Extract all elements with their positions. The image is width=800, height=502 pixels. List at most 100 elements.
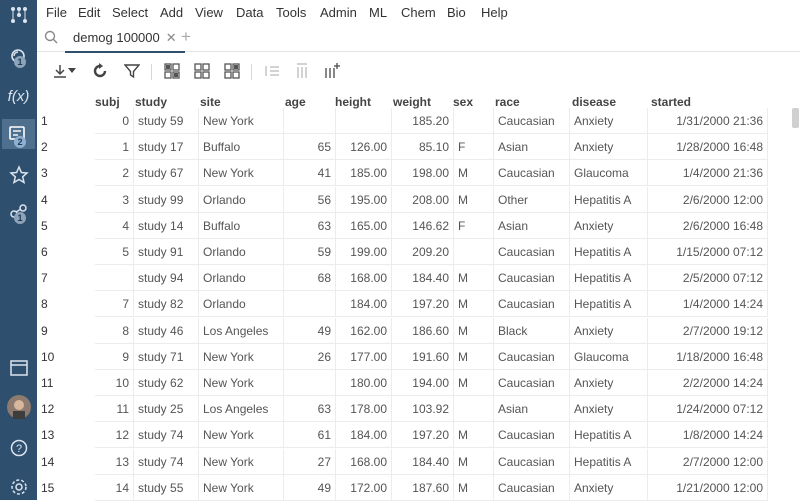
cell-weight[interactable]: 85.10 bbox=[392, 134, 454, 161]
cell-study[interactable]: study 67 bbox=[134, 160, 199, 187]
cell-weight[interactable]: 103.92 bbox=[392, 396, 454, 423]
cell-height[interactable] bbox=[336, 108, 392, 134]
table-row[interactable]: 14 13 study 74 New York 27 168.00 184.40 M Cauca… bbox=[37, 448, 800, 475]
cell-height[interactable]: 178.00 bbox=[336, 396, 392, 423]
menu-admin[interactable]: Admin bbox=[320, 5, 357, 20]
cell-race[interactable]: Other bbox=[494, 186, 570, 213]
menu-bio[interactable]: Bio bbox=[447, 5, 466, 20]
table-row[interactable]: 8 7 study 82 Orlando 184.00 197.20 M Caucasian H… bbox=[37, 291, 800, 318]
cell-sex[interactable]: M bbox=[454, 265, 494, 292]
data-grid[interactable]: subj study site age height weight sex race disea… bbox=[37, 95, 800, 501]
cell-disease[interactable]: Anxiety bbox=[570, 108, 648, 134]
cell-started[interactable]: 1/15/2000 07:12 bbox=[648, 239, 768, 265]
cell-weight[interactable]: 185.20 bbox=[392, 108, 454, 134]
cell-race[interactable]: Asian bbox=[494, 212, 570, 239]
cell-started[interactable]: 1/18/2000 16:48 bbox=[648, 343, 768, 370]
add-tab-icon[interactable]: + bbox=[181, 27, 191, 47]
cell-study[interactable]: study 46 bbox=[134, 317, 199, 344]
cell-sex[interactable]: M bbox=[454, 160, 494, 187]
cell-race[interactable]: Caucasian bbox=[494, 448, 570, 475]
row-number[interactable]: 13 bbox=[41, 422, 54, 448]
cell-started[interactable]: 1/21/2000 12:00 bbox=[648, 474, 768, 501]
table-row[interactable]: 4 3 study 99 Orlando 56 195.00 208.00 M Other Hep… bbox=[37, 186, 800, 213]
menu-data[interactable]: Data bbox=[236, 5, 263, 20]
row-number[interactable]: 12 bbox=[41, 396, 54, 422]
cell-height[interactable]: 185.00 bbox=[336, 160, 392, 187]
cell-race[interactable]: Caucasian bbox=[494, 160, 570, 187]
cell-race[interactable]: Caucasian bbox=[494, 265, 570, 292]
cell-study[interactable]: study 59 bbox=[134, 108, 199, 134]
cell-disease[interactable]: Glaucoma bbox=[570, 160, 648, 187]
cell-height[interactable]: 172.00 bbox=[336, 474, 392, 501]
cell-age[interactable]: 63 bbox=[284, 212, 336, 239]
cell-study[interactable]: study 82 bbox=[134, 291, 199, 318]
cell-height[interactable]: 180.00 bbox=[336, 370, 392, 396]
table-row[interactable]: 5 4 study 14 Buffalo 63 165.00 146.62 F Asian Anx… bbox=[37, 212, 800, 239]
cell-site[interactable]: New York bbox=[199, 343, 284, 370]
cell-disease[interactable]: Anxiety bbox=[570, 212, 648, 239]
cell-study[interactable]: study 91 bbox=[134, 239, 199, 265]
cell-disease[interactable]: Hepatitis A bbox=[570, 239, 648, 265]
cell-disease[interactable]: Anxiety bbox=[570, 317, 648, 344]
cell-age[interactable]: 68 bbox=[284, 265, 336, 292]
cell-disease[interactable]: Hepatitis A bbox=[570, 265, 648, 292]
cell-height[interactable]: 184.00 bbox=[336, 291, 392, 318]
menu-select[interactable]: Select bbox=[112, 5, 148, 20]
row-number[interactable]: 14 bbox=[41, 449, 54, 475]
table-row[interactable]: 1 0 study 59 New York 185.20 Caucasian Anxiety… bbox=[37, 108, 800, 134]
cell-started[interactable]: 2/5/2000 07:12 bbox=[648, 265, 768, 292]
cell-subj[interactable]: 12 bbox=[95, 422, 134, 449]
cell-disease[interactable]: Hepatitis A bbox=[570, 448, 648, 475]
table-row[interactable]: 11 10 study 62 New York 180.00 194.00 M Caucasi… bbox=[37, 370, 800, 396]
cell-weight[interactable]: 184.40 bbox=[392, 265, 454, 292]
cell-subj[interactable] bbox=[95, 265, 134, 292]
favorites-star-icon[interactable] bbox=[0, 160, 37, 190]
cell-site[interactable]: Los Angeles bbox=[199, 396, 284, 423]
cell-weight[interactable]: 208.00 bbox=[392, 186, 454, 213]
cell-subj[interactable]: 4 bbox=[95, 212, 134, 239]
cell-subj[interactable]: 7 bbox=[95, 291, 134, 318]
cell-started[interactable]: 2/6/2000 12:00 bbox=[648, 186, 768, 213]
menu-tools[interactable]: Tools bbox=[276, 5, 306, 20]
cell-started[interactable]: 1/28/2000 16:48 bbox=[648, 134, 768, 161]
grid-tiles-icon[interactable] bbox=[223, 62, 241, 80]
cell-height[interactable]: 199.00 bbox=[336, 239, 392, 265]
menu-help[interactable]: Help bbox=[481, 5, 508, 20]
menu-edit[interactable]: Edit bbox=[78, 5, 100, 20]
cell-study[interactable]: study 74 bbox=[134, 422, 199, 449]
cell-weight[interactable]: 146.62 bbox=[392, 212, 454, 239]
vertical-scrollbar[interactable] bbox=[792, 108, 799, 128]
cell-site[interactable]: Orlando bbox=[199, 291, 284, 318]
cell-sex[interactable]: M bbox=[454, 422, 494, 449]
close-icon[interactable]: ✕ bbox=[166, 30, 177, 46]
column-width-icon[interactable] bbox=[293, 62, 311, 80]
cell-race[interactable]: Caucasian bbox=[494, 108, 570, 134]
cell-sex[interactable]: M bbox=[454, 370, 494, 396]
cell-age[interactable]: 49 bbox=[284, 317, 336, 344]
cell-disease[interactable]: Anxiety bbox=[570, 396, 648, 423]
cell-subj[interactable]: 8 bbox=[95, 317, 134, 344]
cell-site[interactable]: Orlando bbox=[199, 239, 284, 265]
cell-started[interactable]: 1/4/2000 14:24 bbox=[648, 291, 768, 318]
table-row[interactable]: 9 8 study 46 Los Angeles 49 162.00 186.60 M Blac… bbox=[37, 317, 800, 344]
cell-sex[interactable]: M bbox=[454, 474, 494, 501]
cell-race[interactable]: Black bbox=[494, 317, 570, 344]
grid-small-icon[interactable] bbox=[193, 62, 211, 80]
row-number[interactable]: 7 bbox=[41, 265, 48, 291]
table-row[interactable]: 2 1 study 17 Buffalo 65 126.00 85.10 F Asian Anxi… bbox=[37, 134, 800, 161]
help-icon[interactable]: ? bbox=[0, 433, 37, 463]
menu-add[interactable]: Add bbox=[160, 5, 183, 20]
cell-site[interactable]: Buffalo bbox=[199, 212, 284, 239]
cell-weight[interactable]: 191.60 bbox=[392, 343, 454, 370]
grid-layout-icon[interactable] bbox=[163, 62, 181, 80]
cell-started[interactable]: 2/2/2000 14:24 bbox=[648, 370, 768, 396]
cell-study[interactable]: study 17 bbox=[134, 134, 199, 161]
cell-weight[interactable]: 209.20 bbox=[392, 239, 454, 265]
row-height-icon[interactable] bbox=[263, 62, 281, 80]
cell-disease[interactable]: Hepatitis A bbox=[570, 422, 648, 449]
cell-height[interactable]: 165.00 bbox=[336, 212, 392, 239]
row-number[interactable]: 4 bbox=[41, 187, 48, 213]
cell-study[interactable]: study 14 bbox=[134, 212, 199, 239]
row-number[interactable]: 11 bbox=[41, 370, 53, 396]
cell-site[interactable]: New York bbox=[199, 474, 284, 501]
